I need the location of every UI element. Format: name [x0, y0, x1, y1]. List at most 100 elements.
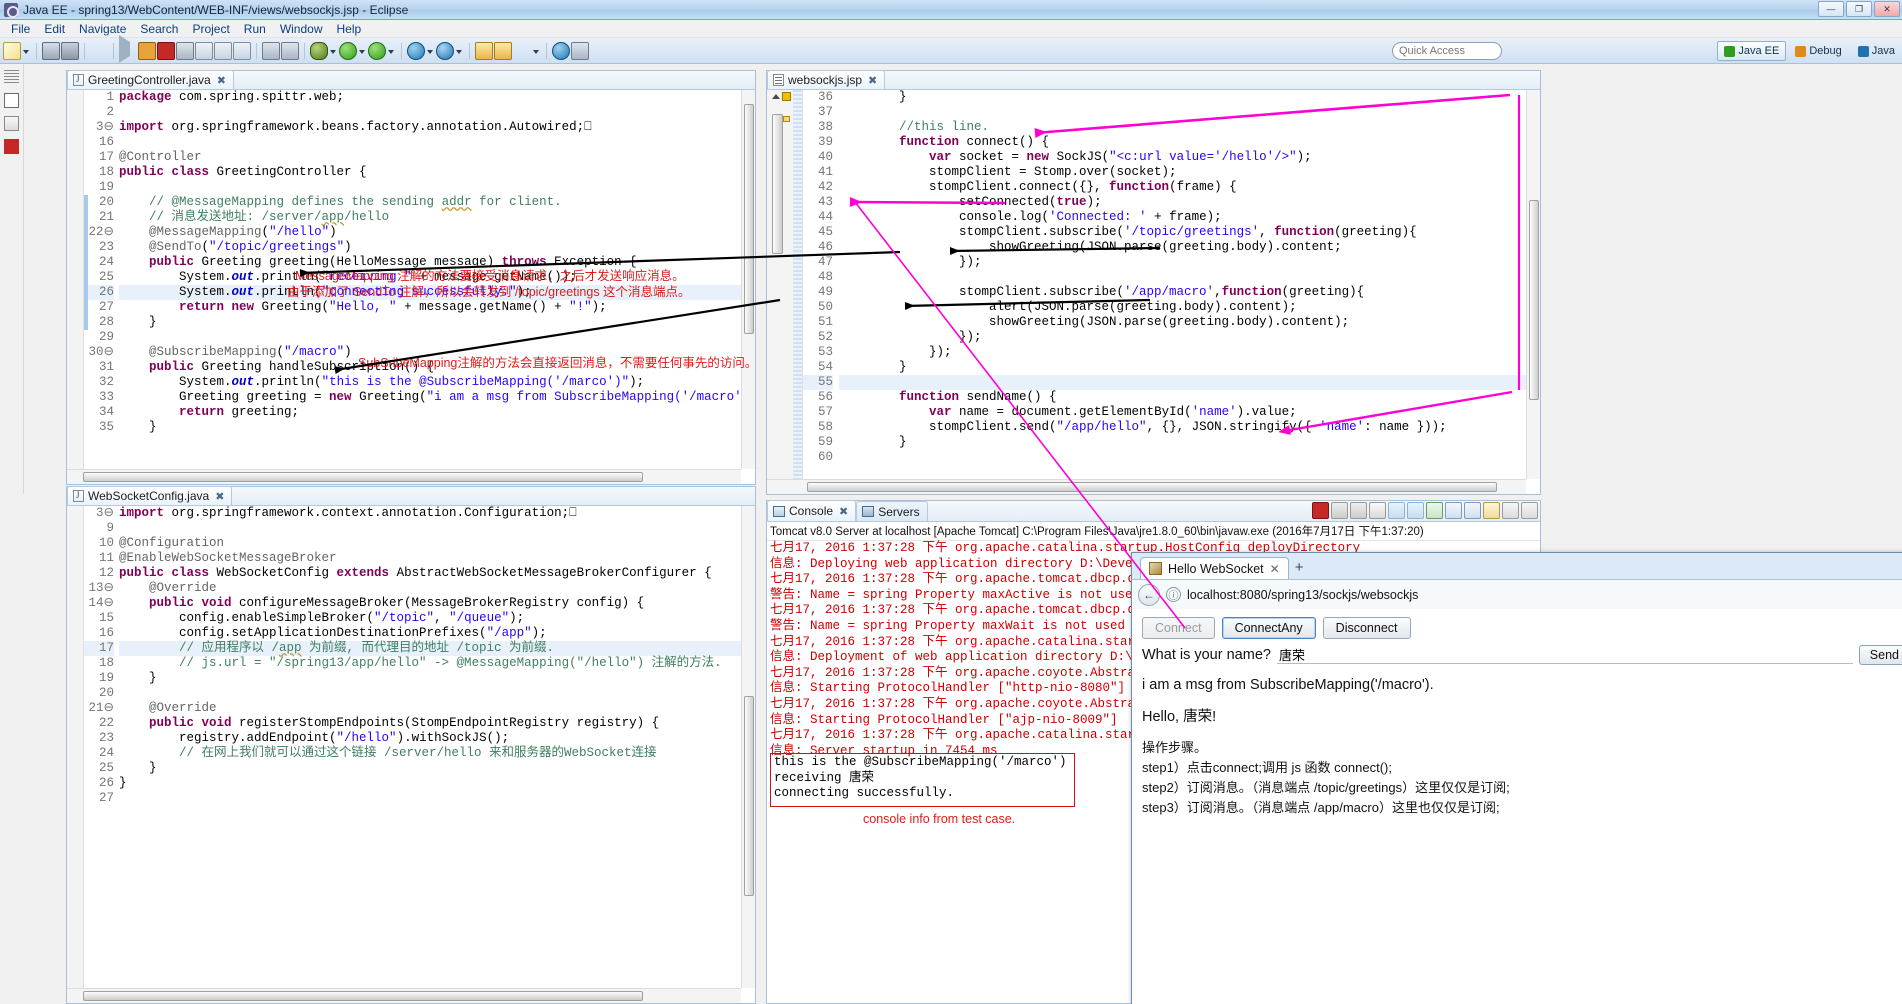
- close-icon[interactable]: ✖: [215, 490, 224, 503]
- send-button[interactable]: Send: [1858, 645, 1902, 665]
- code-line[interactable]: });: [839, 330, 1540, 345]
- code-line[interactable]: stompClient = Stomp.over(socket);: [839, 165, 1540, 180]
- misc-icon[interactable]: [571, 41, 589, 60]
- code-line[interactable]: function sendName() {: [839, 390, 1540, 405]
- code-line[interactable]: setConnected(true);: [839, 195, 1540, 210]
- name-input[interactable]: [1276, 646, 1853, 664]
- new-file-icon[interactable]: [3, 41, 21, 60]
- code-line[interactable]: import org.springframework.context.annot…: [119, 506, 755, 521]
- menu-item-window[interactable]: Window: [273, 20, 330, 38]
- right-marker-gutter[interactable]: [793, 90, 803, 494]
- code-line[interactable]: @MessageMapping("/hello"): [119, 225, 755, 240]
- tab-greeting-controller[interactable]: GreetingController.java ✖: [67, 70, 234, 89]
- tab-console[interactable]: Console ✖: [767, 500, 857, 521]
- code-line[interactable]: [119, 105, 755, 120]
- clear-console-icon[interactable]: [1369, 502, 1386, 519]
- editor-right-code-area[interactable]: 36 37 38 39 40 41 42 43 44 45 46 47 48 4…: [767, 90, 1540, 494]
- bl-code-body[interactable]: import org.springframework.context.annot…: [119, 506, 755, 1003]
- code-line[interactable]: // 在网上我们就可以通过这个链接 /server/hello 来和服务器的We…: [119, 746, 755, 761]
- debug-icon[interactable]: [310, 41, 328, 60]
- site-info-icon[interactable]: ⓘ: [1166, 587, 1181, 602]
- code-line[interactable]: @SendTo("/topic/greetings"): [119, 240, 755, 255]
- connect-button[interactable]: Connect: [1142, 617, 1215, 639]
- show-console-icon[interactable]: [1426, 502, 1443, 519]
- right-overview-ruler[interactable]: [767, 90, 793, 494]
- connect-any-button[interactable]: ConnectAny: [1221, 617, 1316, 639]
- minimize-button[interactable]: —: [1818, 1, 1844, 17]
- code-line[interactable]: var socket = new SockJS("<c:url value='/…: [839, 150, 1540, 165]
- restore-view-icon[interactable]: [4, 93, 19, 108]
- left-marker-gutter[interactable]: [67, 90, 84, 484]
- menu-item-help[interactable]: Help: [330, 20, 369, 38]
- debug-dropdown-icon[interactable]: [329, 42, 338, 60]
- code-line[interactable]: @Controller: [119, 150, 755, 165]
- code-line[interactable]: stompClient.subscribe('/app/macro',funct…: [839, 285, 1540, 300]
- perspective-debug[interactable]: Debug: [1788, 41, 1848, 61]
- code-line[interactable]: }: [119, 761, 755, 776]
- word-wrap-icon[interactable]: [1407, 502, 1424, 519]
- browser-tab-hello-websocket[interactable]: Hello WebSocket ✕: [1140, 557, 1289, 579]
- search-dropdown-icon[interactable]: [455, 42, 464, 60]
- menu-item-run[interactable]: Run: [237, 20, 273, 38]
- project-explorer-icon[interactable]: [4, 116, 19, 131]
- code-line[interactable]: return new Greeting("Hello, " + message.…: [119, 300, 755, 315]
- perspective-java[interactable]: Java: [1851, 41, 1902, 61]
- code-line[interactable]: [119, 330, 755, 345]
- right-horizontal-scrollbar[interactable]: [767, 479, 1526, 494]
- close-icon[interactable]: ✖: [217, 74, 226, 87]
- code-line[interactable]: [119, 686, 755, 701]
- save-all-icon[interactable]: [61, 41, 79, 60]
- code-line[interactable]: public class WebSocketConfig extends Abs…: [119, 566, 755, 581]
- terminate-console-icon[interactable]: [1312, 502, 1329, 519]
- step-return-icon[interactable]: [233, 41, 251, 60]
- left-horizontal-scrollbar[interactable]: [67, 469, 741, 484]
- code-line[interactable]: });: [839, 345, 1540, 360]
- save-icon[interactable]: [42, 41, 60, 60]
- code-line[interactable]: [119, 791, 755, 806]
- close-button[interactable]: ✕: [1874, 1, 1900, 17]
- code-line[interactable]: [119, 521, 755, 536]
- code-line[interactable]: package com.spring.spittr.web;: [119, 90, 755, 105]
- code-line[interactable]: }: [839, 435, 1540, 450]
- bl-vertical-scrollbar[interactable]: [741, 506, 755, 988]
- code-line[interactable]: }: [119, 315, 755, 330]
- code-line[interactable]: Greeting greeting = new Greeting("i am a…: [119, 390, 755, 405]
- address-bar[interactable]: ⓘ localhost:8080/spring13/sockjs/websock…: [1166, 584, 1902, 606]
- code-line[interactable]: }: [119, 776, 755, 791]
- menu-item-edit[interactable]: Edit: [37, 20, 72, 38]
- remove-launch-icon[interactable]: [1331, 502, 1348, 519]
- code-line[interactable]: config.setApplicationDestinationPrefixes…: [119, 626, 755, 641]
- tab-websocket-config[interactable]: WebSocketConfig.java ✖: [67, 486, 233, 505]
- back-button[interactable]: ←: [1138, 583, 1160, 606]
- disconnect-button[interactable]: Disconnect: [1322, 617, 1411, 639]
- open-web-browser-icon[interactable]: [407, 41, 425, 60]
- code-line[interactable]: @Override: [119, 581, 755, 596]
- right-vertical-scrollbar[interactable]: [1526, 90, 1540, 479]
- code-line[interactable]: console.log('Connected: ' + frame);: [839, 210, 1540, 225]
- code-line[interactable]: // js.url = "/spring13/app/hello" -> @Me…: [119, 656, 755, 671]
- code-line[interactable]: stompClient.send("/app/hello", {}, JSON.…: [839, 420, 1540, 435]
- tab-websockjs-jsp[interactable]: websockjs.jsp ✖: [767, 70, 886, 89]
- open-type-icon[interactable]: [494, 41, 512, 60]
- close-icon[interactable]: ✖: [839, 505, 848, 518]
- pin-console-icon[interactable]: [1445, 502, 1462, 519]
- bl-horizontal-scrollbar[interactable]: [67, 988, 741, 1003]
- code-line[interactable]: alert(JSON.parse(greeting.body).content)…: [839, 300, 1540, 315]
- menu-item-file[interactable]: File: [4, 20, 37, 38]
- maximize-console-icon[interactable]: [1521, 502, 1538, 519]
- perspective-java-ee[interactable]: Java EE: [1717, 41, 1787, 61]
- step-into-icon[interactable]: [195, 41, 213, 60]
- code-line[interactable]: // 消息发送地址: /server/app/hello: [119, 210, 755, 225]
- code-line[interactable]: function connect() {: [839, 135, 1540, 150]
- close-icon[interactable]: ✕: [1270, 562, 1280, 576]
- code-line[interactable]: public void registerStompEndpoints(Stomp…: [119, 716, 755, 731]
- code-line[interactable]: stompClient.subscribe('/topic/greetings'…: [839, 225, 1540, 240]
- browser-dropdown-icon[interactable]: [426, 42, 435, 60]
- search-icon[interactable]: [436, 41, 454, 60]
- code-line[interactable]: System.out.println("this is the @Subscri…: [119, 375, 755, 390]
- new-dropdown-icon[interactable]: [22, 42, 31, 60]
- code-line[interactable]: // @MessageMapping defines the sending a…: [119, 195, 755, 210]
- code-line[interactable]: // 应用程序以 /app 为前缀, 而代理目的地址 /topic 为前缀.: [119, 641, 755, 656]
- new-console-icon[interactable]: [1464, 502, 1481, 519]
- code-line[interactable]: public class GreetingController {: [119, 165, 755, 180]
